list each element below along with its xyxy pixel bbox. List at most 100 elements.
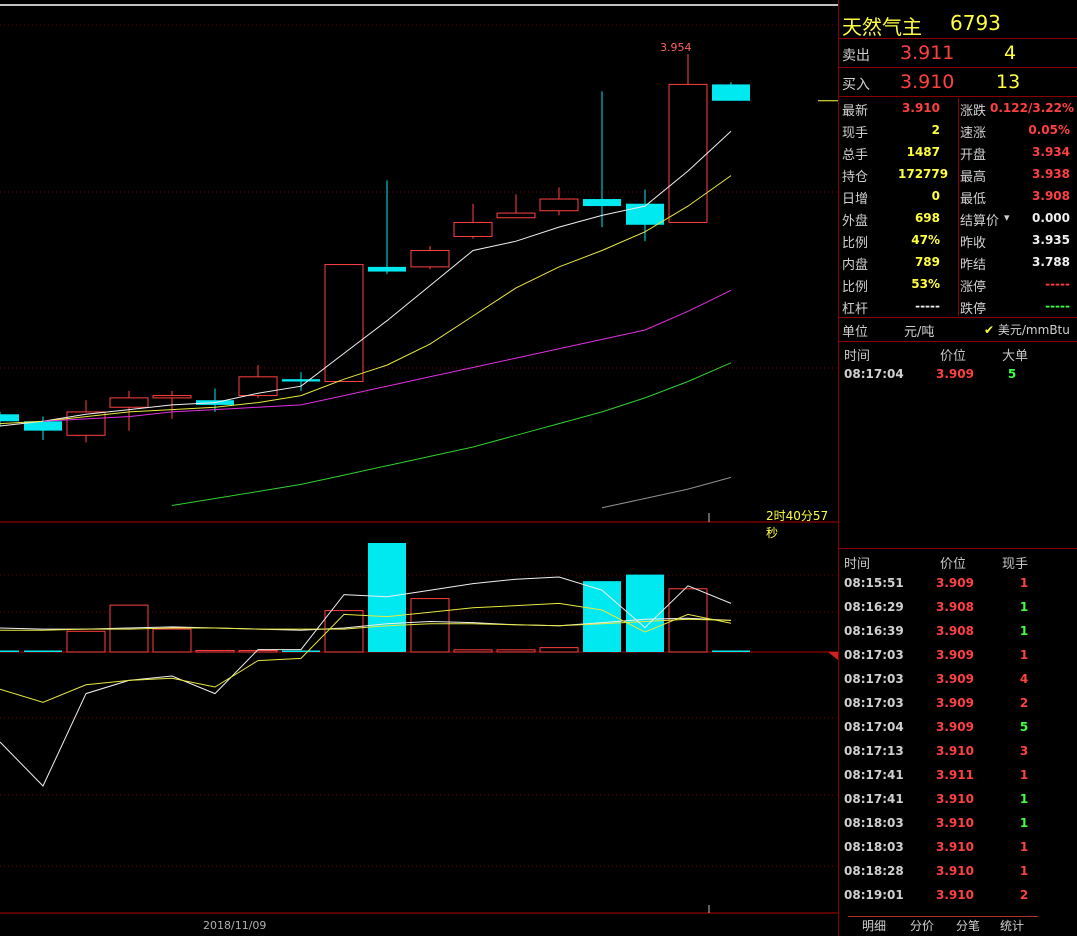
panel-tabs: 明细 分价 分笔 统计 xyxy=(838,912,1077,936)
buy-volume: 13 xyxy=(996,71,1021,93)
tick-time: 08:18:03 xyxy=(844,816,904,830)
big-order-price: 3.909 xyxy=(936,367,974,381)
tick-volume: 1 xyxy=(1019,792,1029,806)
tick-row[interactable]: 08:17:04 3.909 5 xyxy=(838,720,1077,742)
tick-time: 08:17:13 xyxy=(844,744,904,758)
stat-label-right: 涨跌 xyxy=(960,104,987,119)
tick-row[interactable]: 08:17:41 3.910 1 xyxy=(838,792,1077,814)
candle-body xyxy=(453,221,493,237)
volume-bar xyxy=(152,628,192,653)
big-order-row[interactable]: 08:17:04 3.909 5 xyxy=(838,367,1077,385)
stat-label-right: 开盘 xyxy=(960,148,987,163)
tick-time: 08:17:03 xyxy=(844,672,904,686)
buy-label: 买入 xyxy=(842,77,870,93)
tick-volume: 1 xyxy=(1019,768,1029,782)
candle-body xyxy=(539,198,579,212)
big-order-header-vol: 大单 xyxy=(1002,349,1029,364)
settle-dropdown-icon[interactable]: ▾ xyxy=(1004,211,1010,224)
stat-label-left: 内盘 xyxy=(842,258,869,273)
tick-row[interactable]: 08:17:03 3.909 4 xyxy=(838,672,1077,694)
tick-row[interactable]: 08:16:29 3.908 1 xyxy=(838,600,1077,622)
tick-time: 08:17:03 xyxy=(844,696,904,710)
tick-price: 3.911 xyxy=(936,768,974,782)
candle-body xyxy=(368,266,406,272)
stat-label-left: 现手 xyxy=(842,126,869,141)
stat-label-right: 昨结 xyxy=(960,258,987,273)
stat-label-left: 杠杆 xyxy=(842,302,869,317)
candle-body xyxy=(109,397,149,408)
tick-price: 3.910 xyxy=(936,816,974,830)
check-icon: ✔ xyxy=(984,323,995,337)
big-order-time: 08:17:04 xyxy=(844,367,904,381)
tick-row[interactable]: 08:18:03 3.910 1 xyxy=(838,840,1077,862)
tick-row[interactable]: 08:19:01 3.910 2 xyxy=(838,888,1077,910)
sell-price: 3.911 xyxy=(900,42,955,64)
tick-time: 08:17:41 xyxy=(844,768,904,782)
stat-value-right: ----- xyxy=(1045,299,1070,313)
tick-row[interactable]: 08:15:51 3.909 1 xyxy=(838,576,1077,598)
countdown-label: 2时40分57秒 xyxy=(766,509,829,540)
instrument-name: 天然气主 xyxy=(842,15,922,39)
stat-value-right: 3.935 xyxy=(1032,233,1070,247)
volume-bar xyxy=(24,650,62,652)
tick-price: 3.909 xyxy=(936,648,974,662)
tick-row[interactable]: 08:18:28 3.910 1 xyxy=(838,864,1077,886)
tick-volume: 1 xyxy=(1019,624,1029,638)
candle-body xyxy=(496,212,536,219)
candle-body xyxy=(0,414,19,422)
buy-row: 买入 3.910 13 xyxy=(838,69,1077,97)
stat-value-left: 172779 xyxy=(898,167,949,181)
volume-bar xyxy=(539,647,579,653)
stat-value-left: 53% xyxy=(911,277,940,291)
tick-volume: 4 xyxy=(1019,672,1029,686)
unit-toggle[interactable]: ✔ 美元/mmBtu xyxy=(984,321,1070,338)
tick-time: 08:16:39 xyxy=(844,624,904,638)
tick-row[interactable]: 08:16:39 3.908 1 xyxy=(838,624,1077,646)
tick-price: 3.910 xyxy=(936,840,974,854)
tick-price: 3.909 xyxy=(936,672,974,686)
volume-bar xyxy=(195,650,235,653)
tick-price: 3.910 xyxy=(936,744,974,758)
tick-volume: 3 xyxy=(1019,744,1029,758)
unit-label: 单位 xyxy=(842,325,869,340)
tick-volume: 1 xyxy=(1019,600,1029,614)
kline-chart-svg[interactable] xyxy=(0,0,838,936)
tick-time: 08:18:03 xyxy=(844,840,904,854)
volume-bar xyxy=(453,649,493,653)
stat-value-right: 3.938 xyxy=(1032,167,1070,181)
tick-volume: 1 xyxy=(1019,648,1029,662)
stat-label-right: 最低 xyxy=(960,192,987,207)
tick-volume: 1 xyxy=(1019,576,1029,590)
tab-price-dist[interactable]: 分价 xyxy=(896,916,948,935)
tab-detail[interactable]: 明细 xyxy=(848,916,900,935)
tick-row[interactable]: 08:17:03 3.909 1 xyxy=(838,648,1077,670)
buy-price: 3.910 xyxy=(900,71,955,93)
tick-row[interactable]: 08:18:03 3.910 1 xyxy=(838,816,1077,838)
tick-time: 08:19:01 xyxy=(844,888,904,902)
tick-header-price: 价位 xyxy=(940,557,967,572)
big-order-header: 时间 价位 大单 xyxy=(838,345,1077,364)
tick-price: 3.908 xyxy=(936,624,974,638)
tick-row[interactable]: 08:17:13 3.910 3 xyxy=(838,744,1077,766)
stat-value-left: 698 xyxy=(914,211,940,225)
stat-label-left: 外盘 xyxy=(842,214,869,229)
big-order-vol: 5 xyxy=(1007,367,1017,381)
tick-row[interactable]: 08:17:41 3.911 1 xyxy=(838,768,1077,790)
big-order-header-time: 时间 xyxy=(844,349,871,364)
tab-stats[interactable]: 统计 xyxy=(986,916,1038,935)
stat-label-left: 总手 xyxy=(842,148,869,163)
volume-bar xyxy=(626,574,664,652)
stat-label-left: 日增 xyxy=(842,192,869,207)
tick-price: 3.910 xyxy=(936,792,974,806)
tick-row[interactable]: 08:17:03 3.909 2 xyxy=(838,696,1077,718)
sell-label: 卖出 xyxy=(842,48,870,64)
stat-label-right: 最高 xyxy=(960,170,987,185)
volume-bar xyxy=(368,543,406,652)
stat-label-right: 昨收 xyxy=(960,236,987,251)
stat-label-left: 最新 xyxy=(842,104,869,119)
big-order-header-price: 价位 xyxy=(940,349,967,364)
stat-value-right: 0.122/3.22% xyxy=(990,101,1074,115)
kline-chart-area[interactable]: 3.954 2时40分57秒 2018/11/09 xyxy=(0,0,838,936)
candle-body xyxy=(410,250,450,268)
tick-price: 3.909 xyxy=(936,696,974,710)
